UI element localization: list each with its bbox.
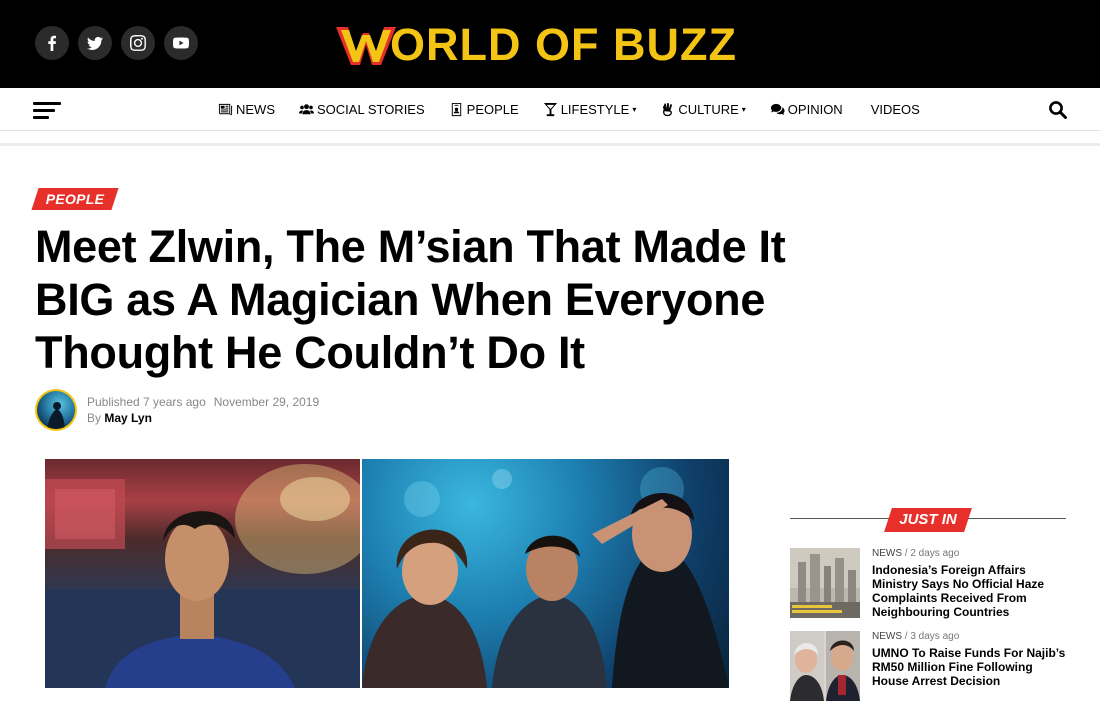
twitter-icon: [87, 36, 103, 50]
main-nav: NEWS SOCIAL STORIES PEOPLE LIFESTYLE ▾ C…: [0, 88, 1100, 131]
article-title: Meet Zlwin, The M’sian That Made It BIG …: [35, 221, 786, 378]
id-badge-icon: [449, 102, 464, 117]
newspaper-icon: [218, 102, 233, 117]
twitter-button[interactable]: [78, 26, 112, 60]
published-ago: Published 7 years ago: [87, 395, 206, 409]
author-name[interactable]: May Lyn: [104, 411, 152, 425]
logo-w-mark: [336, 21, 396, 69]
author-meta: By May Lyn: [87, 411, 152, 425]
news-title[interactable]: UMNO To Raise Funds For Najib’s RM50 Mil…: [872, 646, 1072, 688]
published-meta: Published 7 years ago November 29, 2019: [87, 395, 319, 409]
instagram-button[interactable]: [121, 26, 155, 60]
users-icon: [299, 102, 314, 117]
category-badge[interactable]: PEOPLE: [31, 188, 119, 210]
site-header: ORLD OF BUZZ: [0, 0, 1100, 88]
facebook-icon: [48, 35, 56, 51]
cocktail-icon: [543, 102, 558, 117]
nav-item-social-stories[interactable]: SOCIAL STORIES: [299, 102, 425, 117]
news-time: 3 days ago: [910, 631, 960, 642]
logo-text: ORLD OF BUZZ: [390, 19, 737, 70]
news-time: 2 days ago: [910, 548, 960, 559]
featured-image: [45, 459, 729, 688]
author-avatar[interactable]: [35, 389, 77, 431]
search-icon[interactable]: [1048, 100, 1068, 120]
news-meta: NEWS / 2 days ago: [872, 548, 960, 559]
just-in-heading: JUST IN: [884, 508, 972, 532]
featured-image-performance: [362, 459, 729, 688]
by-label: By: [87, 411, 102, 425]
news-thumbnail[interactable]: [790, 548, 860, 618]
instagram-icon: [130, 35, 146, 51]
chevron-down-icon: ▾: [632, 105, 637, 114]
published-date: November 29, 2019: [213, 395, 320, 409]
peace-hand-icon: [660, 102, 675, 117]
news-category[interactable]: NEWS: [872, 631, 902, 642]
nav-item-culture[interactable]: CULTURE ▾: [660, 102, 746, 117]
nav-item-opinion[interactable]: OPINION: [770, 102, 843, 117]
nav-item-people[interactable]: PEOPLE: [449, 102, 519, 117]
social-links: [35, 26, 198, 60]
nav-item-videos[interactable]: VIDEOS: [871, 102, 920, 117]
chevron-down-icon: ▾: [741, 105, 746, 114]
youtube-button[interactable]: [164, 26, 198, 60]
news-thumbnail[interactable]: [790, 631, 860, 701]
comments-icon: [770, 102, 785, 117]
facebook-button[interactable]: [35, 26, 69, 60]
youtube-icon: [173, 37, 189, 49]
hamburger-menu-icon[interactable]: [33, 100, 61, 120]
news-category[interactable]: NEWS: [872, 548, 902, 559]
nav-item-lifestyle[interactable]: LIFESTYLE ▾: [543, 102, 637, 117]
nav-items: NEWS SOCIAL STORIES PEOPLE LIFESTYLE ▾ C…: [218, 88, 944, 131]
site-logo[interactable]: ORLD OF BUZZ: [336, 20, 737, 70]
featured-image-portrait: [45, 459, 360, 688]
nav-item-news[interactable]: NEWS: [218, 102, 275, 117]
news-title[interactable]: Indonesia’s Foreign Affairs Ministry Say…: [872, 563, 1072, 619]
news-meta: NEWS / 3 days ago: [872, 631, 960, 642]
nav-shadow-divider: [0, 143, 1100, 146]
